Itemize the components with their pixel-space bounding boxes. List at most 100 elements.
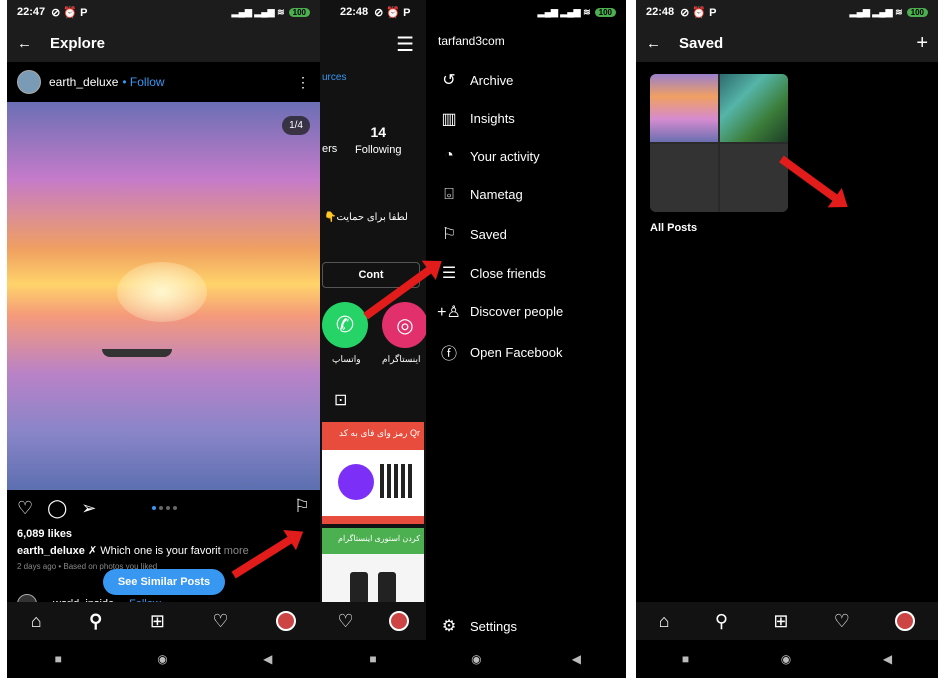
- back-icon[interactable]: ◀: [572, 652, 581, 666]
- likes-count[interactable]: 6,089 likes: [17, 528, 72, 540]
- post-title: رمز وای فای به کد Qr: [322, 422, 424, 450]
- activity-heart-icon[interactable]: ♡: [834, 611, 850, 632]
- sun-glow: [117, 262, 207, 322]
- new-post-icon[interactable]: ⊞: [773, 611, 788, 632]
- menu-item-insights[interactable]: ▥ Insights: [436, 109, 515, 129]
- post-title: کردن استوری اینستاگرام: [322, 528, 424, 554]
- home-button-icon[interactable]: ◉: [471, 652, 481, 666]
- app-bar: ← Explore: [7, 24, 320, 62]
- archive-icon: ↺: [442, 72, 456, 89]
- status-bar: ▂▄▆ ▂▄▆ ≋ 100: [426, 0, 626, 24]
- boat-shape: [102, 349, 172, 357]
- profile-post-thumbnail[interactable]: کردن استوری اینستاگرام: [322, 528, 424, 608]
- activity-heart-icon[interactable]: ♡: [213, 611, 229, 632]
- avatar[interactable]: [17, 70, 41, 94]
- profile-post-thumbnail[interactable]: رمز وای فای به کد Qr: [322, 422, 424, 524]
- status-time: 22:48: [646, 6, 675, 18]
- menu-item-label: Saved: [470, 226, 507, 242]
- saved-panel: 22:48 ⊘ ⏰ P ▂▄▆ ▂▄▆ ≋ 100 ← Saved + All P…: [636, 0, 938, 678]
- menu-item-open-facebook[interactable]: ⓕ Open Facebook: [436, 340, 563, 364]
- menu-item-your-activity[interactable]: ◔ Your activity: [436, 147, 539, 165]
- bottom-tab-bar: ⌂ ⚲ ⊞ ♡: [636, 602, 938, 640]
- settings-gear-icon: ⚙: [441, 618, 457, 635]
- caption-username[interactable]: earth_deluxe: [17, 545, 85, 557]
- caption: earth_deluxe ✗ Which one is your favorit…: [17, 544, 249, 557]
- home-button-icon[interactable]: ◉: [781, 652, 791, 666]
- post-image[interactable]: 1/4: [7, 102, 320, 490]
- discover-people-icon: +♙: [437, 303, 461, 321]
- recents-icon[interactable]: ■: [369, 652, 376, 666]
- system-nav-bar: ■ ◉ ◀: [7, 640, 320, 678]
- following-stat[interactable]: 14 Following: [355, 124, 401, 156]
- status-bar: 22:48 ⊘ ⏰ P ▂▄▆ ▂▄▆ ≋ 100: [636, 0, 938, 24]
- comment-icon[interactable]: ◯: [47, 498, 67, 519]
- see-similar-posts-button[interactable]: See Similar Posts: [103, 569, 225, 595]
- profile-avatar[interactable]: [895, 611, 916, 631]
- search-icon[interactable]: ⚲: [89, 611, 102, 632]
- home-icon[interactable]: ⌂: [31, 611, 42, 632]
- status-icons: ⊘ ⏰ P: [51, 6, 88, 19]
- status-time-overlay: 22:48 ⊘ ⏰ P: [340, 0, 411, 24]
- system-nav-bar: ◉ ◀: [426, 640, 626, 678]
- activity-heart-icon[interactable]: ♡: [337, 611, 353, 632]
- app-bar: ← Saved +: [636, 24, 938, 62]
- menu-item-archive[interactable]: ↺ Archive: [436, 70, 513, 90]
- followers-label[interactable]: ers: [322, 143, 337, 155]
- hamburger-menu-icon[interactable]: ☰: [396, 32, 414, 57]
- status-icons: ⊘ ⏰ P: [374, 6, 411, 19]
- signal-icon: ▂▄▆ ▂▄▆ ≋: [537, 6, 591, 17]
- recents-icon[interactable]: ■: [682, 652, 689, 666]
- search-icon[interactable]: ⚲: [715, 611, 728, 632]
- highlight-label: اینستاگرام: [382, 354, 421, 364]
- collection-thumbnail[interactable]: [650, 74, 788, 212]
- follow-link[interactable]: • Follow: [122, 75, 164, 89]
- facebook-icon: ⓕ: [440, 346, 457, 364]
- saved-icon: ⚐: [441, 226, 457, 244]
- whatsapp-icon[interactable]: ✆: [322, 302, 368, 348]
- collection-title[interactable]: All Posts: [650, 222, 697, 234]
- profile-avatar[interactable]: [388, 611, 409, 631]
- save-bookmark-icon[interactable]: ⚐: [294, 496, 310, 517]
- more-options-icon[interactable]: ⋮: [296, 74, 310, 91]
- recents-icon[interactable]: ■: [55, 652, 62, 666]
- bottom-tab-bar: ♡: [320, 602, 426, 640]
- back-icon[interactable]: ◀: [263, 652, 272, 666]
- menu-item-label: Archive: [470, 72, 514, 88]
- home-button-icon[interactable]: ◉: [157, 652, 167, 666]
- post-header: earth_deluxe • Follow ⋮: [7, 62, 320, 102]
- settings-menu-item[interactable]: ⚙ Settings: [436, 616, 517, 636]
- carousel-dots: [152, 506, 177, 510]
- system-nav-bar: ■ ◉ ◀: [636, 640, 938, 678]
- highlight-label: واتساپ: [332, 354, 361, 364]
- back-arrow-icon[interactable]: ←: [17, 35, 32, 52]
- menu-drawer-panel: ▂▄▆ ▂▄▆ ≋ 100 tarfand3com ↺ Archive ▥ Insigh…: [426, 0, 626, 678]
- profile-avatar[interactable]: [276, 611, 297, 631]
- insights-icon: ▥: [441, 110, 457, 128]
- following-label: Following: [355, 144, 402, 156]
- menu-item-nametag[interactable]: ⌻ Nametag: [436, 186, 523, 204]
- menu-item-discover-people[interactable]: +♙ Discover people: [436, 302, 563, 322]
- bottom-tab-bar: ⌂ ⚲ ⊞ ♡: [7, 602, 320, 640]
- menu-item-saved[interactable]: ⚐ Saved: [436, 224, 507, 244]
- instagram-icon[interactable]: ◎: [382, 302, 426, 348]
- caption-more[interactable]: more: [224, 545, 249, 557]
- back-arrow-icon[interactable]: ←: [646, 35, 661, 52]
- profile-link[interactable]: urces: [322, 72, 346, 83]
- back-icon[interactable]: ◀: [883, 652, 892, 666]
- following-count: 14: [370, 124, 387, 140]
- share-icon[interactable]: ➢: [81, 498, 96, 519]
- status-icons: ⊘ ⏰ P: [680, 6, 717, 19]
- caption-text: ✗ Which one is your favorit: [87, 545, 221, 557]
- new-post-icon[interactable]: ⊞: [150, 611, 165, 632]
- add-collection-icon[interactable]: +: [916, 32, 928, 55]
- status-time: 22:47: [17, 6, 46, 18]
- menu-item-close-friends[interactable]: ☰ Close friends: [436, 263, 546, 283]
- signal-icon: ▂▄▆ ▂▄▆ ≋: [849, 6, 903, 17]
- like-icon[interactable]: ♡: [17, 498, 33, 519]
- page-title: Saved: [679, 34, 724, 52]
- tagged-icon[interactable]: ⊡: [334, 390, 347, 410]
- menu-item-label: Insights: [470, 111, 515, 127]
- home-icon[interactable]: ⌂: [659, 611, 670, 632]
- post-username[interactable]: earth_deluxe: [49, 75, 118, 89]
- wifi-icon: [338, 464, 374, 500]
